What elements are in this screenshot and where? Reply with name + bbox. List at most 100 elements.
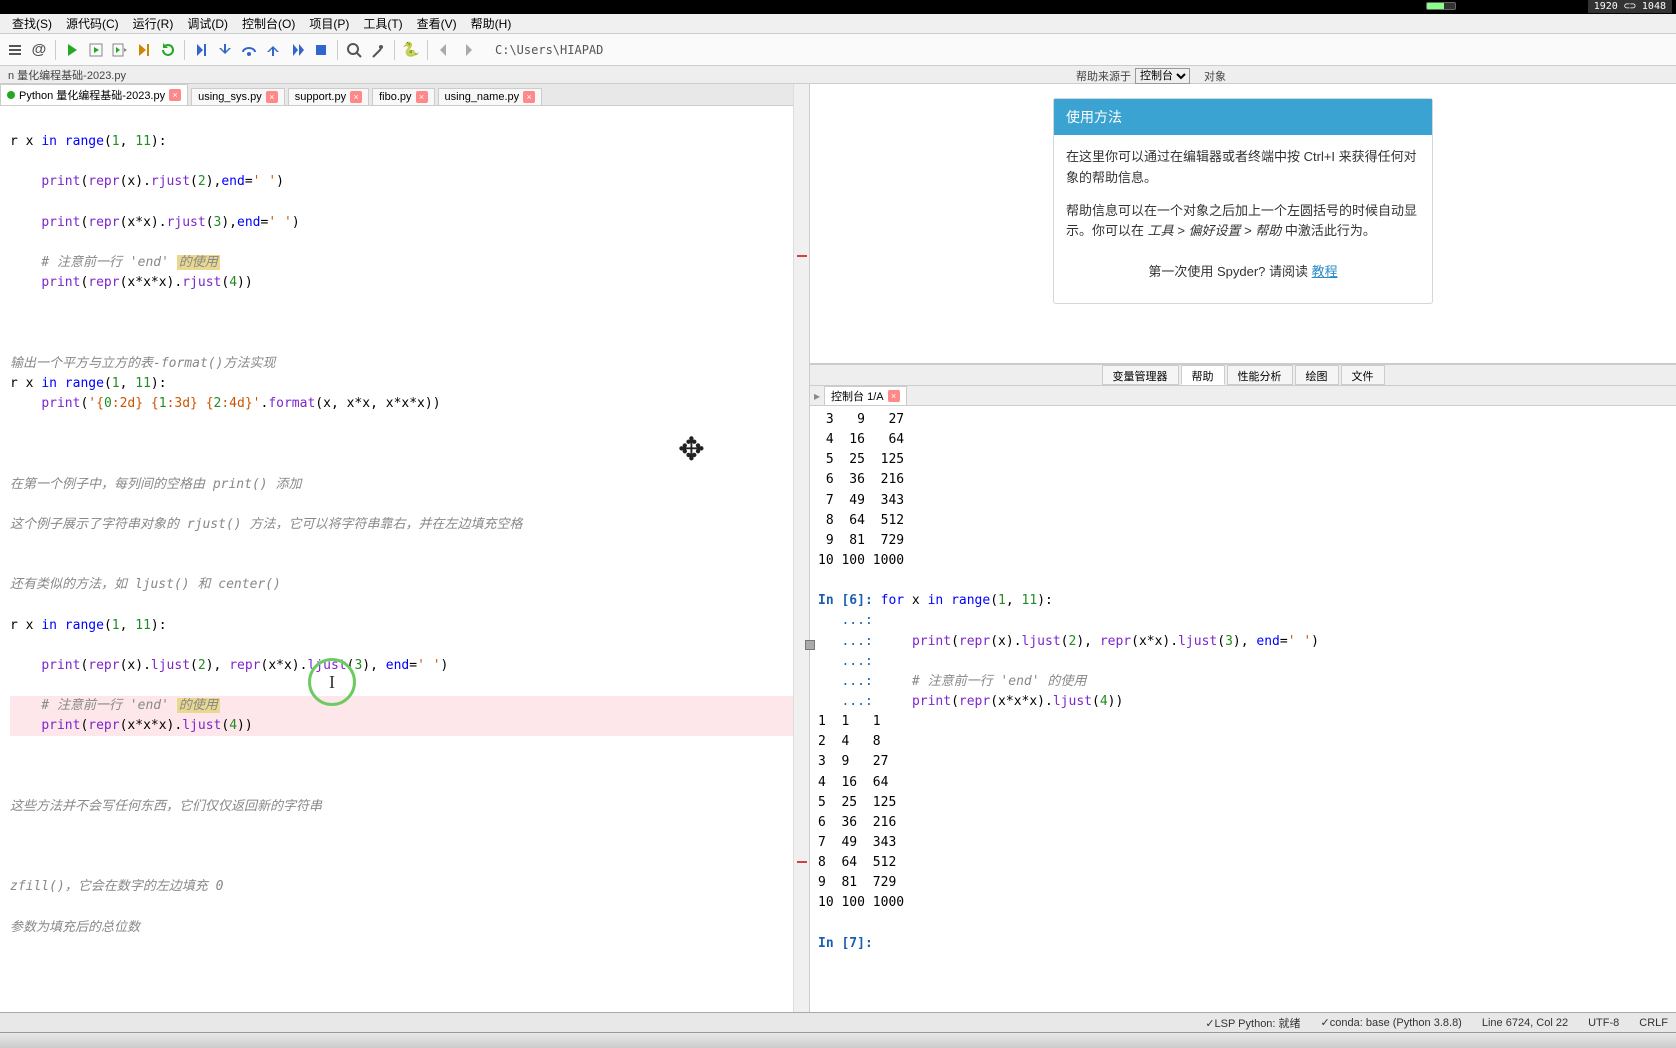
splitter-handle[interactable] [805,640,815,650]
menu-item[interactable]: 查找(S) [6,13,58,34]
code-line: print('{0:2d} {1:3d} {2:4d}'.format(x, x… [10,394,809,414]
code-line [10,777,809,797]
toolbar: @ 🐍 C:\Users\HIAPAD [0,34,1676,66]
ipython-console[interactable]: 3 9 27 4 16 64 5 25 125 6 36 216 7 49 34… [810,406,1676,1012]
editor-tab[interactable]: using_sys.py × [191,88,285,105]
code-line: r x in range(1, 11): [10,616,809,636]
menu-item[interactable]: 控制台(O) [236,13,301,34]
code-line [10,152,809,172]
editor-tab[interactable]: support.py× [288,88,369,105]
pane-tab[interactable]: 绘图 [1295,365,1339,385]
code-line [10,495,809,515]
console-line [818,914,1668,934]
status-cursor-pos: Line 6724, Col 22 [1482,1017,1568,1029]
os-taskbar[interactable] [0,1032,1676,1048]
code-line [10,595,809,615]
toolbar-menu-icon[interactable] [4,39,26,61]
status-encoding: UTF-8 [1588,1017,1619,1029]
console-tab[interactable]: 控制台 1/A × [824,386,907,406]
pane-tab[interactable]: 变量管理器 [1102,365,1179,385]
code-line [10,555,809,575]
run-icon[interactable] [61,39,83,61]
menu-item[interactable]: 查看(V) [411,13,463,34]
close-icon[interactable]: × [266,91,278,103]
pane-tab[interactable]: 文件 [1341,365,1385,385]
menu-item[interactable]: 帮助(H) [465,13,518,34]
close-icon[interactable]: × [523,91,535,103]
run-selection-icon[interactable] [133,39,155,61]
tab-label: using_sys.py [198,91,262,103]
console-line: 4 16 64 [818,773,1668,793]
console-line: In [7]: [818,934,1668,954]
code-line: 在第一个例子中，每列间的空格由 print() 添加 [10,475,809,495]
console-line: 6 36 216 [818,813,1668,833]
debug-step-icon[interactable] [190,39,212,61]
window-topbar: 1920 ⊂⊃ 1048 [0,0,1676,14]
console-line: 8 64 512 [818,511,1668,531]
nav-forward-icon[interactable] [457,39,479,61]
code-line [10,857,809,877]
run-cell-advance-icon[interactable] [109,39,131,61]
code-line: 输出一个平方与立方的表-format()方法实现 [10,354,809,374]
menu-item[interactable]: 工具(T) [357,13,408,34]
help-card-title: 使用方法 [1054,99,1432,135]
tab-label: fibo.py [379,91,411,103]
close-icon[interactable]: × [888,390,900,402]
code-line [10,293,809,313]
debug-step-into-icon[interactable] [214,39,236,61]
move-cursor-icon: ✥ [678,430,705,468]
rerun-icon[interactable] [157,39,179,61]
console-line: 9 81 729 [818,873,1668,893]
console-tabs: ▸ 控制台 1/A × [810,386,1676,406]
minimap-mark [797,861,807,863]
editor-tab[interactable]: Python 量化编程基础-2023.py × [0,84,188,105]
run-cell-icon[interactable] [85,39,107,61]
close-icon[interactable]: × [350,91,362,103]
status-conda[interactable]: ✓conda: base (Python 3.8.8) [1321,1016,1462,1029]
help-object-label: 对象 [1204,68,1226,84]
console-line: 10 100 1000 [818,893,1668,913]
code-line: print(repr(x*x*x).ljust(4)) [10,716,809,736]
console-line: ...: print(repr(x*x*x).ljust(4)) [818,692,1668,712]
close-icon[interactable]: × [416,91,428,103]
code-line: r x in range(1, 11): [10,132,809,152]
console-tabs-icon[interactable]: ▸ [814,389,820,403]
code-line: print(repr(x*x*x).rjust(4)) [10,273,809,293]
editor-tab[interactable]: using_name.py× [438,88,543,105]
python-icon[interactable]: 🐍 [400,39,422,61]
code-line [10,313,809,333]
debug-step-over-icon[interactable] [238,39,260,61]
code-line [10,817,809,837]
menu-item[interactable]: 运行(R) [127,13,180,34]
tab-label: Python 量化编程基础-2023.py [19,87,165,103]
editor-minimap[interactable] [793,84,809,1032]
zoom-icon[interactable] [343,39,365,61]
debug-step-out-icon[interactable] [262,39,284,61]
code-line: 这个例子展示了字符串对象的 rjust() 方法，它可以将字符串靠右，并在左边填… [10,515,809,535]
help-pane: 使用方法 在这里你可以通过在编辑器或者终端中按 Ctrl+I 来获得任何对象的帮… [810,84,1676,364]
status-eol: CRLF [1639,1017,1668,1029]
code-line: # 注意前一行 'end' 的使用 [10,253,809,273]
toolbar-at-icon[interactable]: @ [28,39,50,61]
close-icon[interactable]: × [169,89,181,101]
debug-stop-icon[interactable] [310,39,332,61]
console-line: 7 49 343 [818,833,1668,853]
working-dir-path[interactable]: C:\Users\HIAPAD [489,41,1672,59]
tab-label: using_name.py [445,91,520,103]
menu-item[interactable]: 项目(P) [303,13,355,34]
nav-back-icon[interactable] [433,39,455,61]
menu-item[interactable]: 调试(D) [181,13,234,34]
code-editor[interactable]: r x in range(1, 11): print(repr(x).rjust… [0,106,809,1032]
help-source-dropdown[interactable]: 控制台 [1135,68,1190,84]
tutorial-link[interactable]: 教程 [1312,264,1338,279]
editor-tab[interactable]: fibo.py × [372,88,434,105]
settings-icon[interactable] [367,39,389,61]
code-line [10,736,809,756]
menu-item[interactable]: 源代码(C) [60,13,125,34]
console-line: ...: # 注意前一行 'end' 的使用 [818,672,1668,692]
pane-tab[interactable]: 帮助 [1181,365,1225,385]
pane-tab[interactable]: 性能分析 [1227,365,1293,385]
code-line: print(repr(x).rjust(2),end=' ') [10,172,809,192]
debug-continue-icon[interactable] [286,39,308,61]
editor-tabs: Python 量化编程基础-2023.py×using_sys.py×suppo… [0,84,809,106]
